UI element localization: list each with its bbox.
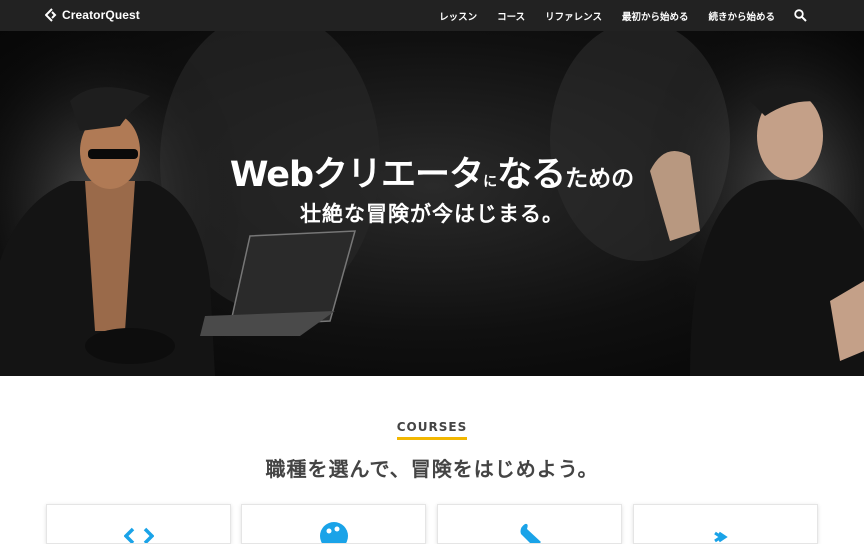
courses-label-text: COURSES	[396, 420, 468, 440]
site-logo[interactable]: CreatorQuest	[45, 8, 140, 22]
hero-title-part3: なる	[497, 155, 566, 195]
course-card-code[interactable]	[46, 504, 231, 544]
hero-title-part2: に	[483, 174, 498, 190]
hero-title: Webクリエータになるための	[0, 146, 864, 197]
hero-title-part1: Webクリエータ	[229, 155, 484, 195]
logo-text: CreatorQuest	[62, 8, 140, 22]
wrench-icon	[520, 523, 541, 543]
terminal-icon	[714, 531, 728, 543]
search-icon[interactable]	[794, 9, 807, 22]
nav-link-continue[interactable]: 続きから始める	[708, 9, 775, 23]
hero-banner: Webクリエータになるための 壮絶な冒険が今はじまる。	[0, 31, 864, 376]
courses-label: COURSES	[0, 416, 864, 440]
hero-title-part4: ための	[565, 166, 635, 192]
course-card-terminal[interactable]	[633, 504, 818, 544]
course-card-design[interactable]	[241, 504, 426, 544]
nav-link-lessons[interactable]: レッスン	[439, 9, 477, 23]
courses-heading: 職種を選んで、冒険をはじめよう。	[265, 457, 599, 481]
course-card-tools[interactable]	[437, 504, 622, 544]
palette-icon	[320, 522, 348, 543]
top-navbar: CreatorQuest レッスン コース リファレンス 最初から始める 続きか…	[0, 0, 864, 31]
nav-link-courses[interactable]: コース	[497, 9, 525, 23]
logo-mark-icon	[45, 8, 57, 22]
hero-subtitle: 壮絶な冒険が今はじまる。	[300, 202, 564, 226]
nav-link-start[interactable]: 最初から始める	[622, 9, 689, 23]
nav-link-reference[interactable]: リファレンス	[545, 9, 602, 23]
nav-links: レッスン コース リファレンス 最初から始める 続きから始める	[439, 9, 775, 23]
code-icon	[124, 527, 154, 543]
